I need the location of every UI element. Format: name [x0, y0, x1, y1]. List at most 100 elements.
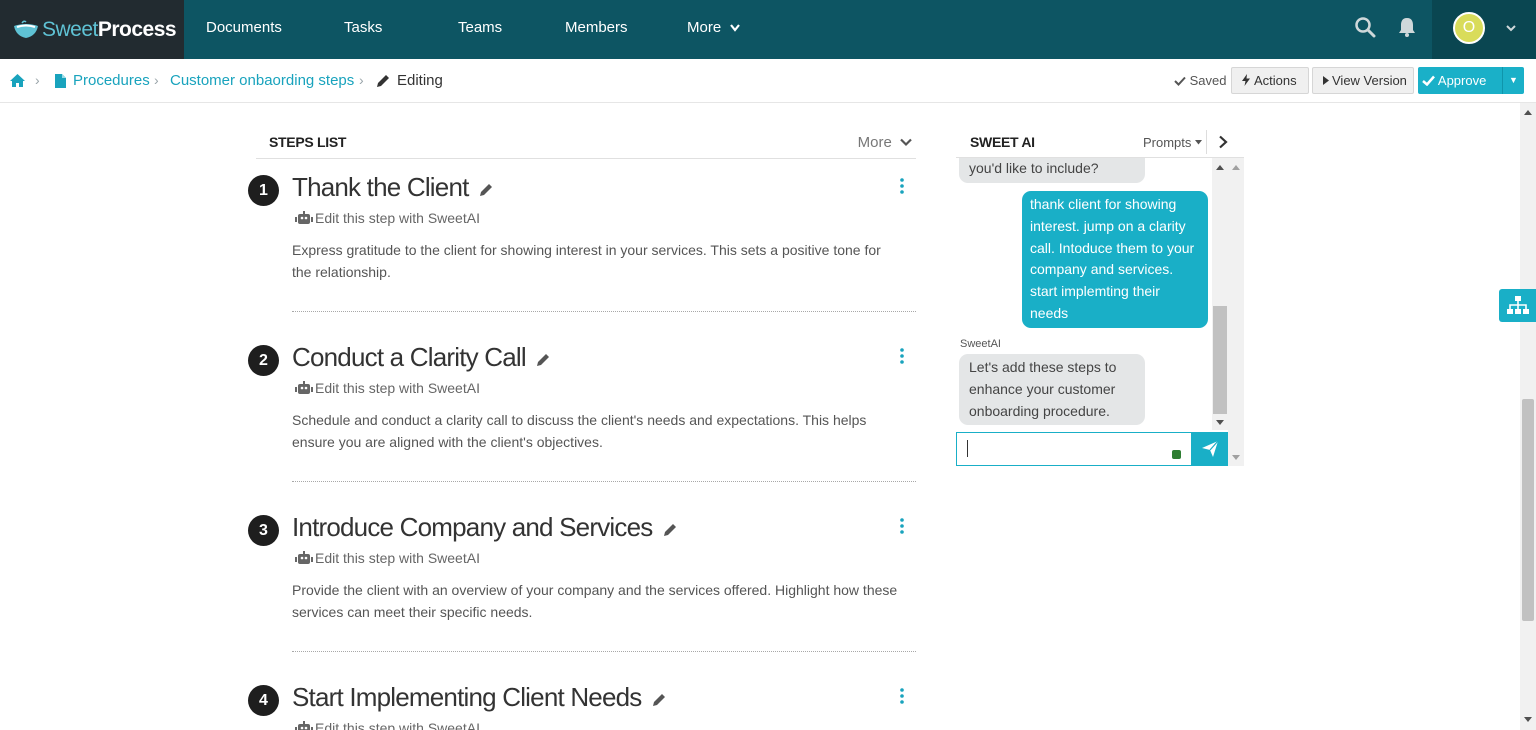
steps-more-label: More	[857, 134, 892, 151]
steps-list-title: STEPS LIST	[269, 134, 347, 150]
scroll-up-arrow[interactable]	[1216, 165, 1224, 170]
sweet-ai-header: SWEET AI Prompts	[956, 126, 1244, 158]
avatar: O	[1453, 12, 1485, 44]
step-title[interactable]: Introduce Company and Services	[292, 512, 678, 543]
step-item: 4 Start Implementing Client Needs Edit t…	[248, 682, 916, 730]
play-icon	[1323, 76, 1329, 85]
edit-with-sweetai-link[interactable]: Edit this step with SweetAI	[295, 210, 480, 226]
page-scrollbar[interactable]	[1520, 103, 1536, 730]
step-divider	[292, 311, 916, 312]
step-item: 3 Introduce Company and Services Edit th…	[248, 512, 916, 682]
ai-message: you'd like to include?	[959, 158, 1145, 183]
chevron-right-icon[interactable]	[1217, 135, 1229, 149]
sweet-ai-title: SWEET AI	[970, 134, 1035, 150]
flowchart-side-button[interactable]	[1499, 289, 1536, 322]
edit-with-sweetai-label: Edit this step with SweetAI	[315, 380, 480, 396]
chat-messages[interactable]: you'd like to include? thank client for …	[956, 158, 1212, 430]
step-title-text: Start Implementing Client Needs	[292, 682, 642, 712]
chevron-right-icon: ›	[35, 72, 40, 88]
top-navbar: SweetProcess Documents Tasks Teams Membe…	[0, 0, 1536, 59]
edit-with-sweetai-link[interactable]: Edit this step with SweetAI	[295, 550, 480, 566]
view-version-button[interactable]: View Version	[1312, 67, 1414, 94]
kebab-menu-icon[interactable]	[898, 178, 906, 194]
message-sender: SweetAI	[960, 338, 1001, 350]
nav-members[interactable]: Members	[565, 0, 628, 59]
step-item: 1 Thank the Client Edit this step with S…	[248, 172, 916, 342]
user-menu[interactable]: O	[1432, 0, 1536, 59]
nav-tasks[interactable]: Tasks	[344, 0, 382, 59]
chevron-right-icon: ›	[154, 72, 159, 88]
scroll-down-arrow[interactable]	[1232, 455, 1240, 460]
check-icon	[1422, 75, 1435, 87]
breadcrumb-procedure[interactable]: Customer onbaording steps	[170, 72, 354, 89]
approve-main[interactable]: Approve	[1422, 67, 1486, 94]
kebab-menu-icon[interactable]	[898, 518, 906, 534]
pencil-icon[interactable]	[652, 692, 667, 707]
kebab-menu-icon[interactable]	[898, 348, 906, 364]
actions-button[interactable]: Actions	[1231, 67, 1309, 94]
steps-list-header: STEPS LIST More	[256, 126, 916, 159]
page-scroll-thumb[interactable]	[1522, 399, 1534, 621]
chat-scrollbar[interactable]	[1212, 158, 1228, 430]
robot-icon	[295, 721, 313, 730]
edit-with-sweetai-label: Edit this step with SweetAI	[315, 210, 480, 226]
search-icon[interactable]	[1354, 16, 1376, 38]
prompts-dropdown[interactable]: Prompts	[1143, 135, 1203, 150]
nav-more[interactable]: More	[687, 0, 741, 59]
logo-text: SweetProcess	[42, 17, 177, 41]
scroll-up-arrow[interactable]	[1232, 165, 1240, 170]
check-icon	[1174, 76, 1186, 86]
chevron-right-icon: ›	[359, 72, 364, 88]
scroll-up-arrow[interactable]	[1524, 110, 1532, 115]
step-divider	[292, 651, 916, 652]
logo[interactable]: SweetProcess	[0, 0, 184, 59]
view-version-label: View Version	[1332, 73, 1407, 88]
pencil-icon[interactable]	[479, 182, 494, 197]
steps-more-dropdown[interactable]: More	[858, 134, 912, 151]
scroll-down-arrow[interactable]	[1216, 420, 1224, 425]
approve-button[interactable]: Approve ▼	[1418, 67, 1524, 94]
step-number: 3	[248, 515, 279, 546]
step-description: Express gratitude to the client for show…	[292, 242, 881, 280]
step-number: 2	[248, 345, 279, 376]
user-message: thank client for showing interest. jump …	[1022, 191, 1208, 328]
header-divider	[1206, 130, 1207, 154]
saved-status: Saved	[1174, 73, 1227, 88]
panel-scrollbar[interactable]	[1228, 158, 1244, 466]
breadcrumb-procedures[interactable]: Procedures	[73, 72, 150, 89]
edit-with-sweetai-label: Edit this step with SweetAI	[315, 550, 480, 566]
step-title[interactable]: Thank the Client	[292, 172, 494, 203]
home-icon[interactable]	[9, 73, 26, 88]
pencil-icon[interactable]	[536, 352, 551, 367]
scroll-down-arrow[interactable]	[1524, 717, 1532, 722]
chevron-down-icon	[730, 24, 741, 32]
approve-dropdown-toggle[interactable]: ▼	[1502, 67, 1524, 94]
prompts-label: Prompts	[1143, 135, 1192, 150]
step-title-text: Conduct a Clarity Call	[292, 342, 527, 372]
step-title[interactable]: Conduct a Clarity Call	[292, 342, 551, 373]
edit-with-sweetai-link[interactable]: Edit this step with SweetAI	[295, 380, 480, 396]
step-item: 2 Conduct a Clarity Call Edit this step …	[248, 342, 916, 512]
chat-input[interactable]	[956, 432, 1192, 466]
pencil-icon	[377, 75, 389, 87]
kebab-menu-icon[interactable]	[898, 688, 906, 704]
bolt-icon	[1242, 74, 1250, 86]
nav-teams[interactable]: Teams	[458, 0, 502, 59]
step-number: 4	[248, 685, 279, 716]
step-number: 1	[248, 175, 279, 206]
breadcrumb-bar: › Procedures › Customer onbaording steps…	[0, 59, 1536, 103]
bell-icon[interactable]	[1396, 16, 1418, 38]
pencil-icon[interactable]	[663, 522, 678, 537]
chevron-down-icon	[900, 138, 912, 147]
edit-with-sweetai-link[interactable]: Edit this step with SweetAI	[295, 720, 480, 730]
step-title[interactable]: Start Implementing Client Needs	[292, 682, 667, 713]
send-button[interactable]	[1192, 432, 1228, 466]
send-icon	[1202, 440, 1219, 457]
ai-message: Let's add these steps to enhance your cu…	[959, 354, 1145, 425]
step-title-text: Introduce Company and Services	[292, 512, 653, 542]
document-icon	[55, 74, 66, 88]
logo-cup-icon	[14, 19, 38, 38]
sitemap-icon	[1507, 296, 1529, 314]
nav-documents[interactable]: Documents	[206, 0, 282, 59]
chat-scroll-thumb[interactable]	[1213, 306, 1227, 414]
